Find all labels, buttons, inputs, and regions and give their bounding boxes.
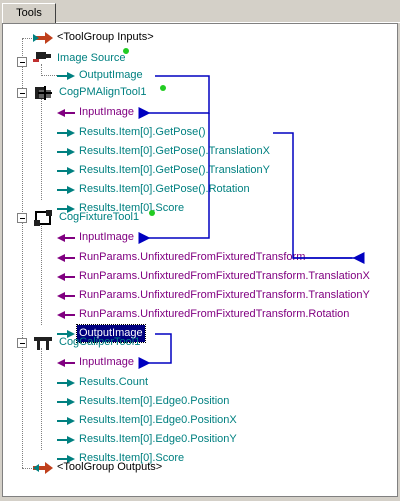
output-label: Results.Item[0].GetPose() (79, 126, 206, 138)
pmalign-icon (35, 86, 52, 100)
tab-tools[interactable]: Tools (2, 3, 56, 24)
caliper-label: CogCaliperTool1 (59, 336, 141, 348)
input-label: InputImage (79, 231, 135, 243)
input-arrow-icon (57, 292, 75, 300)
output-arrow-icon (57, 417, 75, 425)
collapse-toggle-caliper[interactable] (17, 338, 27, 348)
tree-child-line (41, 98, 42, 200)
tree-root-line (22, 38, 23, 468)
output-arrow-icon (57, 186, 75, 194)
group-inputs-label: <ToolGroup Inputs> (57, 31, 154, 43)
output-arrow-icon (57, 129, 75, 137)
output-label: Results.Item[0].GetPose().Rotation (79, 183, 250, 195)
output-arrow-icon (57, 379, 75, 387)
output-arrow-icon (57, 398, 75, 406)
status-ok-icon (160, 85, 166, 91)
group-outputs-label: <ToolGroup Outputs> (57, 461, 163, 473)
tree-child-line (41, 348, 42, 450)
collapse-toggle-pmalign[interactable] (17, 88, 27, 98)
output-label: OutputImage (79, 69, 143, 81)
fixture-icon (34, 210, 52, 226)
output-label: Results.Item[0].Edge0.PositionX (79, 414, 237, 426)
input-arrow-icon (57, 311, 75, 319)
input-label: InputImage (79, 356, 135, 368)
output-arrow-icon (57, 167, 75, 175)
input-label: RunParams.UnfixturedFromFixturedTransfor… (79, 289, 370, 301)
output-label: Results.Item[0].Edge0.Position (79, 395, 230, 407)
output-label: Results.Count (79, 376, 149, 388)
pmalign-label: CogPMAlignTool1 (59, 86, 147, 98)
input-label: InputImage (79, 106, 135, 118)
output-label: Results.Item[0].GetPose().TranslationY (79, 164, 270, 176)
tool-tree[interactable]: <ToolGroup Inputs> Image Source OutputIm… (2, 23, 398, 497)
group-outputs-icon (33, 462, 53, 474)
collapse-toggle-fixture[interactable] (17, 213, 27, 223)
input-arrow-icon (57, 273, 75, 281)
input-arrow-icon (57, 109, 75, 117)
input-arrow-icon (57, 359, 75, 367)
tree-child-line (41, 223, 42, 325)
tab-strip: Tools (0, 0, 400, 24)
collapse-toggle-image-source[interactable] (17, 57, 27, 67)
fixture-label: CogFixtureTool1 (59, 211, 140, 223)
input-label: RunParams.UnfixturedFromFixturedTransfor… (79, 270, 370, 282)
input-arrow-icon (57, 234, 75, 242)
input-label: RunParams.UnfixturedFromFixturedTransfor… (79, 251, 306, 263)
output-arrow-icon (57, 436, 75, 444)
group-inputs-icon (33, 32, 53, 44)
status-ok-icon (149, 210, 155, 216)
output-arrow-icon (57, 72, 75, 80)
tree-branch (41, 75, 57, 76)
input-arrow-icon (57, 254, 75, 262)
input-label: RunParams.UnfixturedFromFixturedTransfor… (79, 308, 350, 320)
image-source-label: Image Source (57, 52, 126, 64)
camera-icon (33, 52, 51, 62)
output-arrow-icon (57, 148, 75, 156)
output-label: Results.Item[0].GetPose().TranslationX (79, 145, 270, 157)
output-label: Results.Item[0].Edge0.PositionY (79, 433, 237, 445)
caliper-icon (34, 337, 52, 350)
status-ok-icon (123, 48, 129, 54)
